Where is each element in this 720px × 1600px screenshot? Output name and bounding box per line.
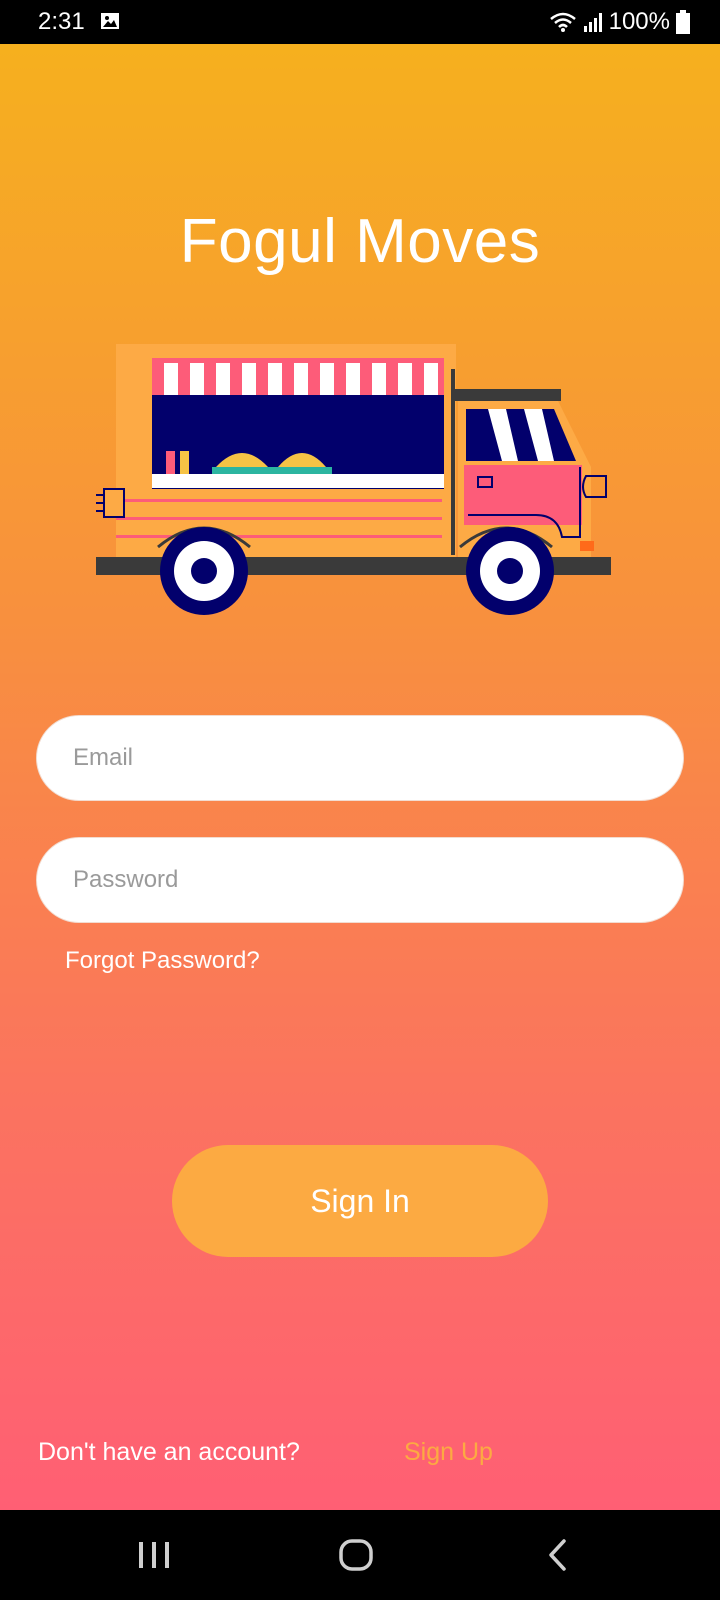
forgot-password-link[interactable]: Forgot Password?: [65, 947, 260, 975]
home-icon[interactable]: [296, 1510, 416, 1600]
back-icon[interactable]: [498, 1510, 618, 1600]
email-field[interactable]: [36, 715, 684, 801]
app-title: Fogul Moves: [179, 207, 541, 276]
password-field[interactable]: [36, 837, 684, 923]
recents-icon[interactable]: [94, 1510, 214, 1600]
wifi-icon: [549, 11, 577, 33]
battery-percent: 100%: [608, 8, 670, 35]
sign-in-button[interactable]: Sign In: [172, 1145, 548, 1257]
navigation-bar: [0, 1510, 720, 1600]
signal-icon: [583, 12, 603, 32]
login-screen: Fogul Moves Email Forgot Password? Sign …: [0, 44, 720, 1510]
status-icons: 100%: [549, 8, 690, 36]
food-truck-illustration: [96, 344, 611, 615]
gallery-icon: [100, 12, 120, 35]
password-input[interactable]: [37, 838, 683, 922]
status-bar: 2:31 100%: [0, 0, 720, 44]
sign-up-link[interactable]: Sign Up: [404, 1438, 493, 1467]
status-time: 2:31: [38, 8, 85, 35]
email-input[interactable]: [37, 716, 683, 800]
battery-icon: [676, 10, 690, 34]
no-account-text: Don't have an account?: [38, 1438, 300, 1466]
